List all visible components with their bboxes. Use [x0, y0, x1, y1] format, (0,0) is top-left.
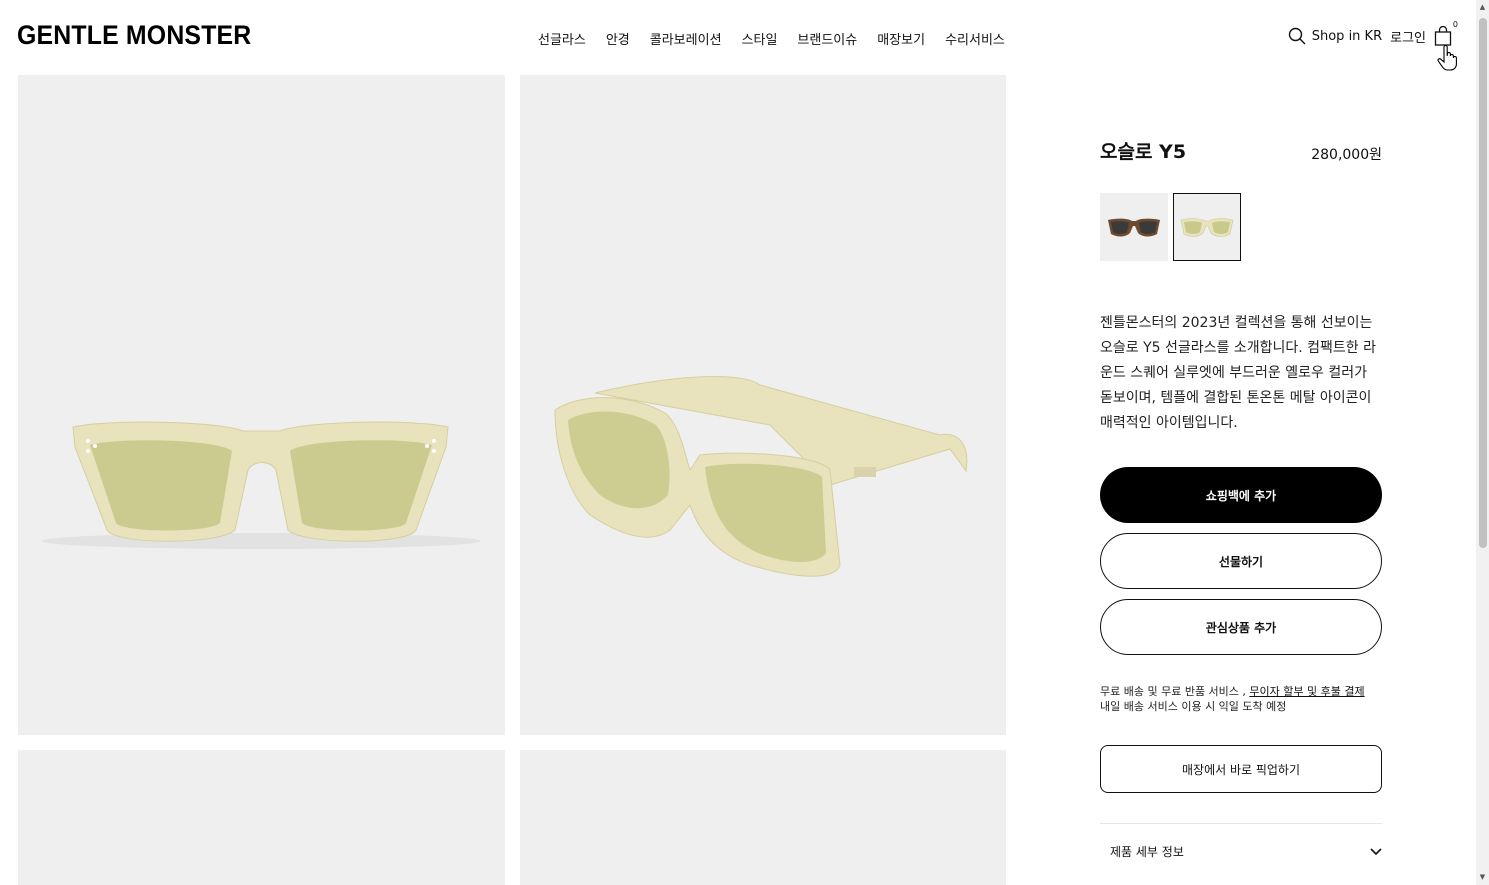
site-header: GENTLE MONSTER 선글라스 안경 콜라보레이션 스타일 브랜드이슈 …: [0, 0, 1476, 75]
shipping-text: 무료 배송 및 무료 반품 서비스 ,: [1100, 685, 1246, 698]
swatch-yellow[interactable]: [1173, 193, 1241, 261]
add-to-bag-button[interactable]: 쇼핑백에 추가: [1100, 467, 1382, 523]
add-to-wishlist-button[interactable]: 관심상품 추가: [1100, 599, 1382, 655]
product-details-label: 제품 세부 정보: [1110, 845, 1184, 859]
store-pickup-button[interactable]: 매장에서 바로 픽업하기: [1100, 745, 1382, 793]
product-title-row: 오슬로 Y5 280,000원: [1100, 137, 1382, 164]
color-swatches: [1100, 193, 1241, 261]
installment-payment-link[interactable]: 무이자 할부 및 후불 결제: [1249, 685, 1364, 698]
sunglasses-side-image: [554, 376, 968, 577]
sunglasses-thumb-yellow: [1180, 218, 1234, 237]
nav-repair[interactable]: 수리서비스: [945, 29, 1005, 48]
nav-collaboration[interactable]: 콜라보레이션: [650, 29, 722, 48]
nav-style[interactable]: 스타일: [742, 29, 778, 48]
login-link[interactable]: 로그인: [1390, 27, 1426, 46]
swatch-black-tortoise[interactable]: [1100, 193, 1168, 261]
section-divider: [1100, 823, 1382, 824]
scroll-up-arrow[interactable]: ▲: [1478, 3, 1487, 12]
shopping-bag-icon: [1434, 25, 1452, 46]
shopping-bag-button[interactable]: 0: [1434, 20, 1458, 46]
nav-brand-issue[interactable]: 브랜드이슈: [797, 29, 857, 48]
scroll-down-arrow[interactable]: ▼: [1478, 873, 1487, 882]
scrollbar-thumb[interactable]: [1479, 18, 1487, 548]
next-day-delivery-text: 내일 배송 서비스 이용 시 익일 도착 예정: [1100, 700, 1287, 713]
shipping-info: 무료 배송 및 무료 반품 서비스 , 무이자 할부 및 후불 결제 내일 배송…: [1100, 684, 1382, 714]
hand-cursor-icon: [1437, 45, 1457, 71]
product-image-side[interactable]: [520, 75, 1006, 735]
header-utilities: Shop in KR 로그인 0: [1288, 20, 1458, 46]
chevron-down-icon: [1370, 847, 1382, 855]
product-image-front[interactable]: [18, 75, 505, 735]
page-scrollbar[interactable]: ▲ ▼: [1476, 0, 1489, 885]
nav-glasses[interactable]: 안경: [606, 29, 630, 48]
nav-sunglasses[interactable]: 선글라스: [538, 29, 586, 48]
product-details-accordion[interactable]: 제품 세부 정보: [1110, 843, 1382, 860]
gift-button[interactable]: 선물하기: [1100, 533, 1382, 589]
product-description: 젠틀몬스터의 2023년 컬렉션을 통해 선보이는 오슬로 Y5 선글라스를 소…: [1100, 315, 1376, 431]
main-nav: 선글라스 안경 콜라보레이션 스타일 브랜드이슈 매장보기 수리서비스: [538, 29, 1025, 48]
search-icon[interactable]: [1288, 27, 1306, 45]
product-price: 280,000원: [1311, 147, 1382, 163]
cart-count-badge: 0: [1452, 20, 1458, 29]
shop-region-link[interactable]: Shop in KR: [1312, 29, 1382, 44]
nav-stores[interactable]: 매장보기: [877, 29, 925, 48]
brand-logo[interactable]: GENTLE MONSTER: [17, 20, 251, 51]
product-image-4[interactable]: [520, 750, 1006, 885]
product-name: 오슬로 Y5: [1100, 141, 1187, 163]
sunglasses-thumb-dark: [1108, 218, 1160, 237]
sunglasses-front-image: [41, 421, 481, 549]
product-image-3[interactable]: [18, 750, 505, 885]
